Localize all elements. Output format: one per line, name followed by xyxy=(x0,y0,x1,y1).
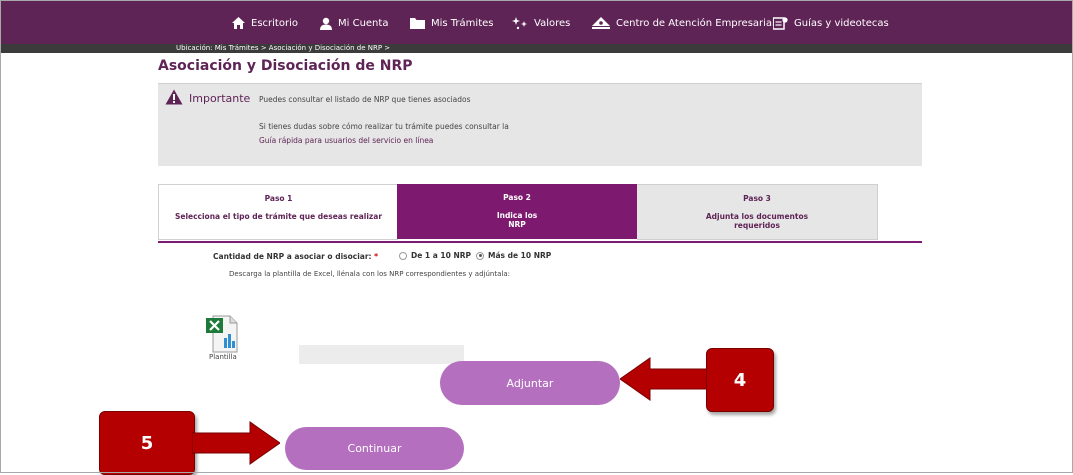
page-title: Asociación y Disociación de NRP xyxy=(158,58,413,74)
arrow-left-icon xyxy=(620,357,710,401)
notice-text: Puedes consultar el listado de NRP que t… xyxy=(259,95,471,104)
step-number: Paso 3 xyxy=(743,194,771,203)
people-icon xyxy=(592,16,610,30)
radio-more-than-10[interactable]: Más de 10 NRP xyxy=(476,251,551,260)
step-indicator: Paso 1 Selecciona el tipo de trámite que… xyxy=(158,184,878,240)
nav-label: Centro de Atención Empresarial xyxy=(616,17,775,29)
breadcrumb: Ubicación: Mis Trámites > Asociación y D… xyxy=(176,44,391,52)
nav-item-valores[interactable]: Valores xyxy=(512,12,570,34)
notice-heading: Importante xyxy=(189,92,251,105)
file-input[interactable] xyxy=(299,345,464,364)
arrow-right-icon xyxy=(192,421,280,465)
guide-link[interactable]: Guía rápida para usuarios del servicio e… xyxy=(259,136,433,145)
breadcrumb-bar: Ubicación: Mis Trámites > Asociación y D… xyxy=(0,44,1073,53)
step-description: Indica los NRP xyxy=(496,211,538,229)
step-description: Adjunta los documentos requeridos xyxy=(705,212,809,230)
folder-icon xyxy=(410,17,425,29)
sparkle-icon xyxy=(512,16,528,30)
radio-button[interactable] xyxy=(476,251,484,260)
nav-item-escritorio[interactable]: Escritorio xyxy=(232,12,298,34)
warning-icon xyxy=(165,89,183,109)
required-mark: * xyxy=(374,252,379,261)
radio-button[interactable] xyxy=(399,251,407,260)
user-icon xyxy=(320,17,332,30)
radio-1-to-10[interactable]: De 1 a 10 NRP xyxy=(399,251,471,260)
important-notice: Importante Puedes consultar el listado d… xyxy=(158,83,922,166)
notice-text: Si tienes dudas sobre cómo realizar tu t… xyxy=(259,122,509,131)
qty-label: Cantidad de NRP a asociar o disociar: * xyxy=(213,252,378,261)
top-navbar: Escritorio Mi Cuenta Mis Trámites Valore… xyxy=(0,0,1073,44)
step-description: Selecciona el tipo de trámite que deseas… xyxy=(174,212,383,221)
home-icon xyxy=(232,17,245,29)
callout-5: 5 xyxy=(99,411,195,475)
step-1: Paso 1 Selecciona el tipo de trámite que… xyxy=(158,184,398,240)
excel-template-icon[interactable] xyxy=(204,314,240,354)
callout-4: 4 xyxy=(706,348,774,412)
nav-label: Mis Trámites xyxy=(431,17,494,29)
radio-label: Más de 10 NRP xyxy=(488,251,552,260)
steps-divider xyxy=(158,241,922,243)
qty-label-text: Cantidad de NRP a asociar o disociar: xyxy=(213,252,372,261)
continue-button[interactable]: Continuar xyxy=(285,427,464,470)
nav-item-mis-tramites[interactable]: Mis Trámites xyxy=(410,12,493,34)
step-2: Paso 2 Indica los NRP xyxy=(397,184,637,239)
step-3: Paso 3 Adjunta los documentos requeridos xyxy=(637,184,878,240)
nav-item-guias[interactable]: Guías y videotecas xyxy=(773,12,889,34)
template-label: Plantilla xyxy=(209,353,237,361)
guide-icon xyxy=(773,16,788,30)
radio-label: De 1 a 10 NRP xyxy=(411,251,472,260)
step-number: Paso 1 xyxy=(264,194,293,203)
nav-label: Escritorio xyxy=(251,17,298,29)
nav-label: Mi Cuenta xyxy=(338,17,389,29)
nav-label: Guías y videotecas xyxy=(794,17,889,29)
attach-button[interactable]: Adjuntar xyxy=(440,361,620,405)
download-hint: Descarga la plantilla de Excel, llénala … xyxy=(229,270,510,278)
nav-label: Valores xyxy=(534,17,571,29)
nav-item-centro-atencion[interactable]: Centro de Atención Empresarial xyxy=(592,12,775,34)
step-number: Paso 2 xyxy=(503,193,531,202)
nav-item-mi-cuenta[interactable]: Mi Cuenta xyxy=(320,12,388,34)
